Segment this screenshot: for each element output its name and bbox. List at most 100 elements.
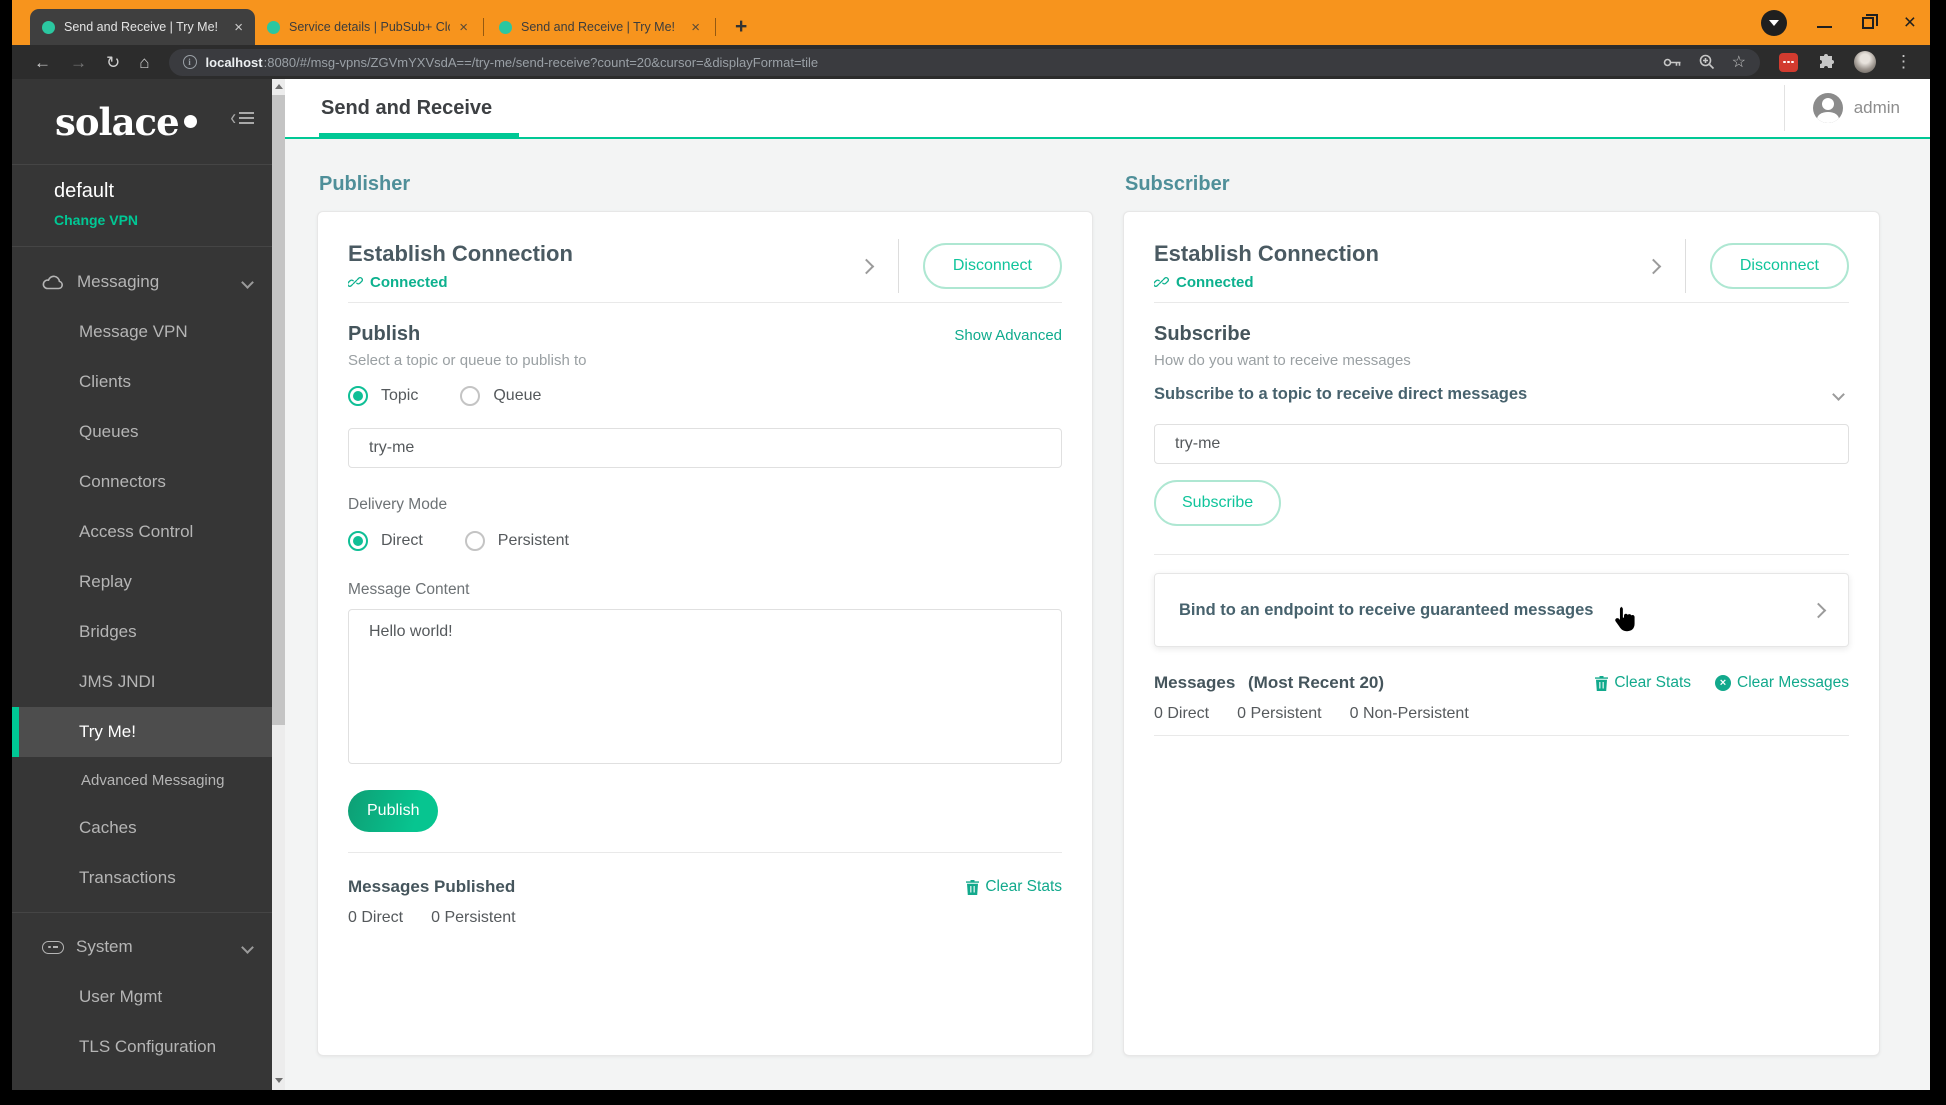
- persistent-radio[interactable]: [464, 531, 485, 551]
- divider: [1684, 239, 1686, 293]
- chevron-right-icon: [1645, 258, 1662, 274]
- sidebar-item-advanced-messaging[interactable]: Advanced Messaging: [12, 757, 272, 803]
- clear-stats-link[interactable]: Clear Stats: [966, 878, 1062, 896]
- home-icon[interactable]: ⌂: [139, 54, 149, 71]
- cloud-icon: [42, 275, 63, 289]
- clear-messages-link[interactable]: × Clear Messages: [1715, 674, 1849, 692]
- mouse-cursor: [1615, 606, 1635, 632]
- link-icon: [348, 277, 363, 287]
- subscriber-heading: Subscriber: [1125, 173, 1230, 195]
- scroll-down-button[interactable]: [272, 1073, 285, 1088]
- tab-search-button[interactable]: [1760, 9, 1787, 36]
- publisher-connection-row[interactable]: Establish Connection Connected Disconnec…: [348, 236, 1062, 296]
- extensions-puzzle-icon[interactable]: [1817, 53, 1835, 71]
- profile-avatar[interactable]: [1854, 51, 1876, 73]
- divider: [897, 239, 899, 293]
- sidebar-group-system[interactable]: System: [12, 922, 272, 972]
- sidebar-item-access-control[interactable]: Access Control: [12, 507, 272, 557]
- subscribe-topic-input[interactable]: [1154, 424, 1849, 464]
- user-avatar-icon: [1812, 93, 1843, 123]
- system-icon: [42, 940, 64, 954]
- active-tab-underline: [319, 133, 519, 137]
- extensions-area: ⋮: [1779, 51, 1912, 73]
- message-content-textarea[interactable]: Hello world!: [348, 609, 1062, 764]
- direct-radio[interactable]: [348, 531, 368, 551]
- sidebar-item-transactions[interactable]: Transactions: [12, 853, 272, 903]
- sidebar-item-bridges[interactable]: Bridges: [12, 607, 272, 657]
- sidebar-item-user-mgmt[interactable]: User Mgmt: [12, 972, 272, 1022]
- sidebar-item-caches[interactable]: Caches: [12, 803, 272, 853]
- sidebar-item-message-vpn[interactable]: Message VPN: [12, 307, 272, 357]
- tab-title: Service details | PubSub+ Cloud: [289, 20, 450, 34]
- publish-button[interactable]: Publish: [348, 790, 439, 832]
- minimize-button[interactable]: [1816, 25, 1832, 28]
- topic-radio[interactable]: [348, 386, 368, 406]
- tab-close-icon[interactable]: ×: [234, 20, 243, 35]
- sidebar-item-tls-configuration[interactable]: TLS Configuration: [12, 1022, 272, 1072]
- persistent-radio-label[interactable]: Persistent: [498, 532, 569, 550]
- url-field[interactable]: i localhost :8080/#/msg-vpns/ZGVmYXVsdA=…: [168, 48, 1760, 76]
- forward-icon[interactable]: →: [70, 54, 87, 71]
- stat-direct: 0 Direct: [348, 909, 404, 926]
- solace-logo: solace: [55, 99, 180, 144]
- sidebar-item-connectors[interactable]: Connectors: [12, 457, 272, 507]
- queue-radio-label[interactable]: Queue: [493, 387, 541, 405]
- message-content-label: Message Content: [348, 581, 470, 598]
- password-extension-icon[interactable]: [1779, 52, 1798, 72]
- scroll-up-button[interactable]: [272, 79, 285, 94]
- publish-section-title: Publish: [348, 323, 421, 345]
- connection-title: Establish Connection: [348, 241, 573, 266]
- tab-close-icon[interactable]: ×: [691, 20, 700, 35]
- sidebar-item-jms-jndi[interactable]: JMS JNDI: [12, 657, 272, 707]
- bookmark-star-icon[interactable]: ☆: [1732, 52, 1746, 72]
- tab-favicon: [499, 20, 512, 34]
- disconnect-button[interactable]: Disconnect: [1709, 243, 1849, 289]
- clear-stats-link[interactable]: Clear Stats: [1595, 674, 1691, 692]
- publish-topic-input[interactable]: [348, 428, 1062, 468]
- tab-title: Send and Receive | Try Me!: [64, 20, 219, 34]
- direct-radio-label[interactable]: Direct: [381, 532, 423, 550]
- user-menu[interactable]: admin: [1783, 85, 1930, 131]
- sidebar-scrollbar[interactable]: [272, 79, 285, 1090]
- restore-button[interactable]: [1861, 13, 1878, 29]
- zoom-page-icon[interactable]: [1699, 54, 1715, 70]
- tab-close-icon[interactable]: ×: [459, 20, 468, 35]
- browser-tab-2[interactable]: Service details | PubSub+ Cloud ×: [255, 9, 480, 45]
- change-vpn-link[interactable]: Change VPN: [54, 212, 272, 228]
- sidebar-nav: Messaging Message VPN Clients Queues Con…: [12, 247, 272, 1072]
- back-icon[interactable]: ←: [34, 54, 51, 71]
- sidebar-collapse-icon[interactable]: ‹: [230, 106, 254, 129]
- browser-menu-icon[interactable]: ⋮: [1895, 52, 1912, 72]
- sidebar-group-messaging[interactable]: Messaging: [12, 257, 272, 307]
- topic-radio-label[interactable]: Topic: [381, 387, 418, 405]
- sidebar-item-try-me[interactable]: Try Me!: [12, 707, 272, 757]
- sidebar-item-replay[interactable]: Replay: [12, 557, 272, 607]
- publisher-column: Publisher Establish Connection Connected: [317, 139, 1093, 1090]
- subscriber-column: Subscriber Establish Connection Connecte…: [1123, 139, 1880, 1090]
- subscribe-button[interactable]: Subscribe: [1154, 480, 1282, 526]
- stat-non-persistent: 0 Non-Persistent: [1349, 705, 1469, 722]
- close-button[interactable]: ×: [1904, 12, 1916, 33]
- tab-favicon: [267, 20, 280, 34]
- disconnect-button[interactable]: Disconnect: [922, 243, 1062, 289]
- new-tab-button[interactable]: +: [719, 15, 763, 39]
- site-info-icon[interactable]: i: [182, 55, 197, 69]
- page-title: Send and Receive: [321, 96, 493, 119]
- sidebar-item-clients[interactable]: Clients: [12, 357, 272, 407]
- show-advanced-link[interactable]: Show Advanced: [954, 327, 1062, 344]
- subscriber-card: Establish Connection Connected Disconnec…: [1123, 211, 1880, 1056]
- queue-radio[interactable]: [460, 386, 481, 406]
- reload-icon[interactable]: ↻: [106, 54, 120, 71]
- stat-persistent: 0 Persistent: [431, 909, 516, 926]
- subscriber-connection-row[interactable]: Establish Connection Connected Disconnec…: [1154, 236, 1849, 296]
- bind-endpoint-row[interactable]: Bind to an endpoint to receive guarantee…: [1154, 573, 1849, 647]
- connection-status: Connected: [1176, 274, 1254, 291]
- browser-tab-active[interactable]: Send and Receive | Try Me! ×: [30, 9, 255, 45]
- scrollbar-thumb[interactable]: [272, 95, 285, 725]
- topic-subscribe-toggle[interactable]: Subscribe to a topic to receive direct m…: [1154, 385, 1849, 404]
- messages-published-title: Messages Published: [348, 877, 516, 896]
- subscribe-section-title: Subscribe: [1154, 323, 1251, 345]
- password-key-icon[interactable]: [1663, 57, 1682, 68]
- browser-tab-3[interactable]: Send and Receive | Try Me! ×: [487, 9, 712, 45]
- sidebar-item-queues[interactable]: Queues: [12, 407, 272, 457]
